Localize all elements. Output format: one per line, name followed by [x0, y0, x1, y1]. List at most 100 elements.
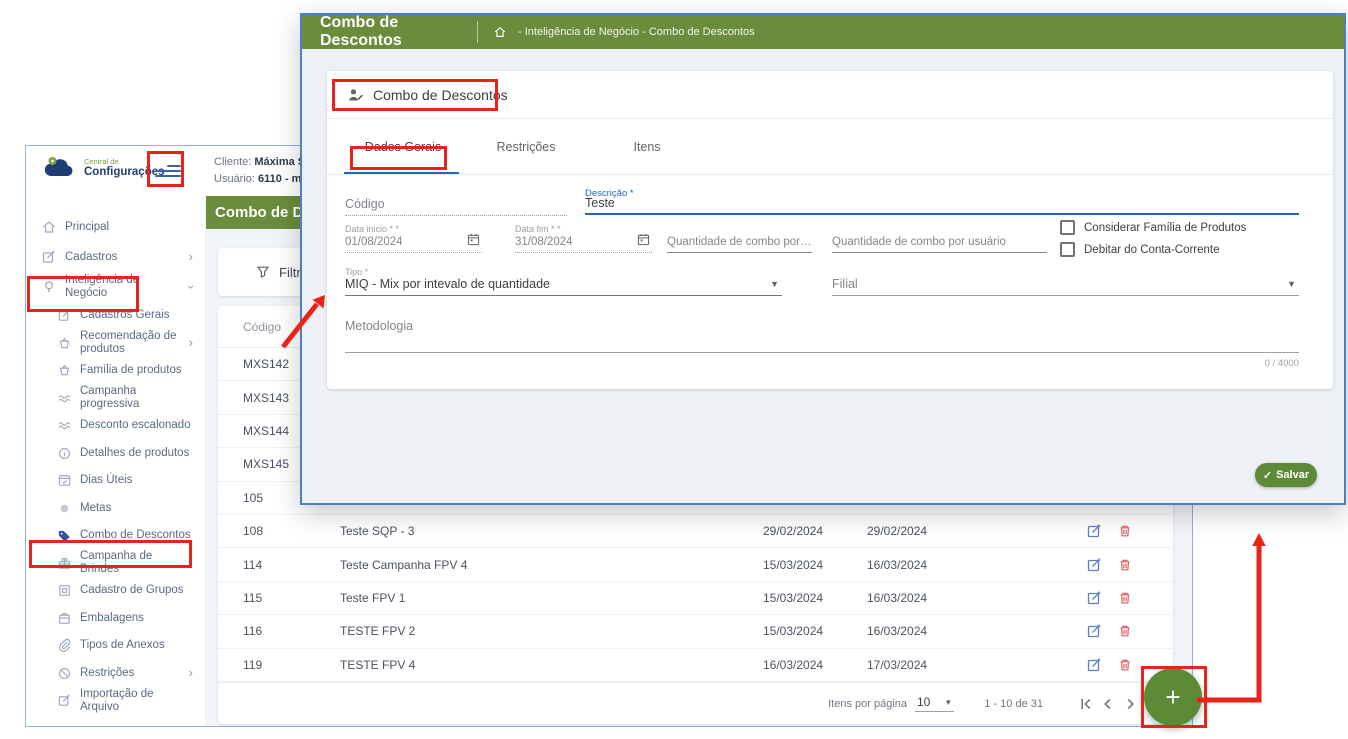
edit-row-icon[interactable]: [1087, 557, 1102, 572]
delete-row-icon[interactable]: [1118, 558, 1132, 572]
sidebar-item-embalagens[interactable]: Embalagens: [26, 605, 205, 633]
active-tab-indicator: [344, 172, 459, 174]
home-icon: [41, 219, 57, 235]
menu-toggle-icon[interactable]: [153, 159, 183, 183]
delete-row-icon[interactable]: [1118, 591, 1132, 605]
delete-row-icon[interactable]: [1118, 624, 1132, 638]
frame-icon: [57, 583, 72, 598]
considerar-familia-checkbox[interactable]: Considerar Família de Produtos: [1060, 220, 1246, 235]
table-row: 119TESTE FPV 416/03/202417/03/2024: [218, 649, 1173, 682]
checkbox-icon: [1060, 242, 1075, 257]
sidebar-item-familia-produtos[interactable]: Família de produtos: [26, 357, 205, 385]
data-inicio-field[interactable]: Data inicio * * 01/08/2024: [345, 224, 482, 253]
tab-itens[interactable]: Itens: [589, 119, 705, 174]
gift-icon: [57, 556, 72, 571]
next-page-icon[interactable]: [1121, 695, 1139, 713]
plus-icon: +: [1165, 684, 1180, 710]
caret-down-icon: ▼: [944, 698, 952, 707]
column-header-codigo: Código: [243, 320, 281, 334]
calendar-check-icon: [57, 473, 72, 488]
info-icon: [57, 446, 72, 461]
dialog-title-bar: Combo de Descontos - Inteligência de Neg…: [302, 15, 1344, 49]
edit-icon: [57, 308, 72, 323]
edit-row-icon[interactable]: [1087, 657, 1102, 672]
chevron-right-icon: ›: [189, 252, 193, 262]
pagination-range: 1 - 10 de 31: [984, 698, 1043, 710]
calendar-icon[interactable]: [467, 233, 480, 246]
dialog-title: Combo de Descontos: [320, 14, 477, 50]
sidebar-item-metas[interactable]: Metas: [26, 495, 205, 523]
breadcrumb: - Inteligência de Negócio - Combo de Des…: [518, 26, 755, 38]
caret-down-icon: ▼: [1287, 279, 1296, 289]
descricao-field[interactable]: Descrição * Teste: [585, 188, 1299, 215]
sidebar-item-campanha-brindes[interactable]: Campanha de Brindes: [26, 550, 205, 578]
sidebar-item-restricoes[interactable]: Restrições ›: [26, 660, 205, 688]
quantidade-usuario-field[interactable]: Quantidade de combo por usuário: [832, 224, 1047, 253]
check-icon: ✓: [1263, 469, 1272, 482]
previous-page-icon[interactable]: [1099, 695, 1117, 713]
edit-row-icon[interactable]: [1087, 524, 1102, 539]
person-edit-icon: [347, 87, 364, 103]
filter-funnel-icon: [256, 265, 270, 279]
title-divider: [477, 21, 478, 43]
checkbox-icon: [1060, 220, 1075, 235]
sidebar-item-detalhes-produtos[interactable]: Detalhes de produtos: [26, 440, 205, 468]
save-button[interactable]: ✓ Salvar: [1255, 463, 1317, 487]
items-per-page-select[interactable]: 10 ▼: [915, 695, 954, 712]
form-card-header: Combo de Descontos: [327, 71, 1333, 119]
quantidade-cliente-field[interactable]: Quantidade de combo por clien...: [667, 224, 812, 253]
dot-icon: [57, 501, 72, 516]
codigo-field[interactable]: Código: [345, 193, 567, 216]
filial-select[interactable]: Filial ▼: [832, 267, 1299, 296]
edit-row-icon[interactable]: [1087, 624, 1102, 639]
calendar-icon[interactable]: [637, 233, 650, 246]
debitar-conta-corrente-checkbox[interactable]: Debitar do Conta-Corrente: [1060, 242, 1246, 257]
sidebar-item-recomendacao-produtos[interactable]: Recomendação de produtos ›: [26, 330, 205, 358]
table-row: 115Teste FPV 115/03/202416/03/2024: [218, 582, 1173, 615]
pagination-bar: Itens por página 10 ▼ 1 - 10 de 31: [218, 682, 1173, 724]
items-per-page-label: Itens por página: [828, 698, 907, 710]
sidebar-item-dias-uteis[interactable]: Dias Úteis: [26, 467, 205, 495]
char-counter: 0 / 4000: [345, 358, 1299, 369]
sidebar-item-inteligencia-negocio[interactable]: Inteligência de Negócio ›: [26, 272, 205, 302]
edit-row-icon[interactable]: [1087, 590, 1102, 605]
sidebar-item-desconto-escalonado[interactable]: Desconto escalonado: [26, 412, 205, 440]
sidebar-item-importacao-arquivo[interactable]: Importação de Arquivo: [26, 687, 205, 715]
tab-restricoes[interactable]: Restrições: [463, 119, 589, 174]
bulb-icon: [41, 279, 57, 295]
edit-icon: [57, 693, 72, 708]
sidebar-item-tipos-anexos[interactable]: Tipos de Anexos: [26, 632, 205, 660]
tab-dados-gerais[interactable]: Dados Gerais: [343, 119, 463, 174]
sidebar-item-campanha-progressiva[interactable]: Campanha progressiva: [26, 385, 205, 413]
tag-icon: [57, 528, 72, 543]
delete-row-icon[interactable]: [1118, 524, 1132, 538]
basket-icon: [57, 336, 72, 351]
table-row: 114Teste Campanha FPV 415/03/202416/03/2…: [218, 548, 1173, 581]
data-fim-field[interactable]: Data fim * * 31/08/2024: [515, 224, 652, 253]
sidebar-item-cadastros-gerais[interactable]: Cadastros Gerais: [26, 302, 205, 330]
sidebar-item-cadastros[interactable]: Cadastros ›: [26, 242, 205, 272]
chevron-right-icon: ›: [189, 338, 193, 348]
form-card-title: Combo de Descontos: [373, 87, 508, 103]
waves-icon: [57, 391, 72, 406]
home-breadcrumb-icon[interactable]: [493, 25, 507, 39]
tipo-select[interactable]: Tipo * MIQ - Mix por intevalo de quantid…: [345, 267, 782, 296]
app-logo: Central de Configurações: [42, 155, 165, 179]
annotation-arrow-fab: [1197, 544, 1259, 700]
table-row: 116TESTE FPV 215/03/202416/03/2024: [218, 615, 1173, 648]
add-combo-button[interactable]: +: [1144, 668, 1202, 726]
combo-form-card: Combo de Descontos Dados Gerais Restriçõ…: [327, 71, 1333, 389]
combo-descontos-dialog: Combo de Descontos - Inteligência de Neg…: [300, 13, 1346, 505]
caret-down-icon: ▼: [770, 279, 779, 289]
sidebar-item-principal[interactable]: Principal: [26, 212, 205, 242]
sidebar-nav: Principal Cadastros › Inteligência de Ne…: [26, 196, 206, 726]
checkbox-group: Considerar Família de Produtos Debitar d…: [1060, 220, 1246, 257]
delete-row-icon[interactable]: [1118, 658, 1132, 672]
sidebar-item-combo-descontos[interactable]: Combo de Descontos: [26, 522, 205, 550]
sidebar-item-cadastro-grupos[interactable]: Cadastro de Grupos: [26, 577, 205, 605]
metodologia-field[interactable]: Metodologia: [345, 315, 1299, 353]
edit-icon: [41, 249, 57, 265]
waves-icon: [57, 418, 72, 433]
first-page-icon[interactable]: [1077, 695, 1095, 713]
block-icon: [57, 666, 72, 681]
